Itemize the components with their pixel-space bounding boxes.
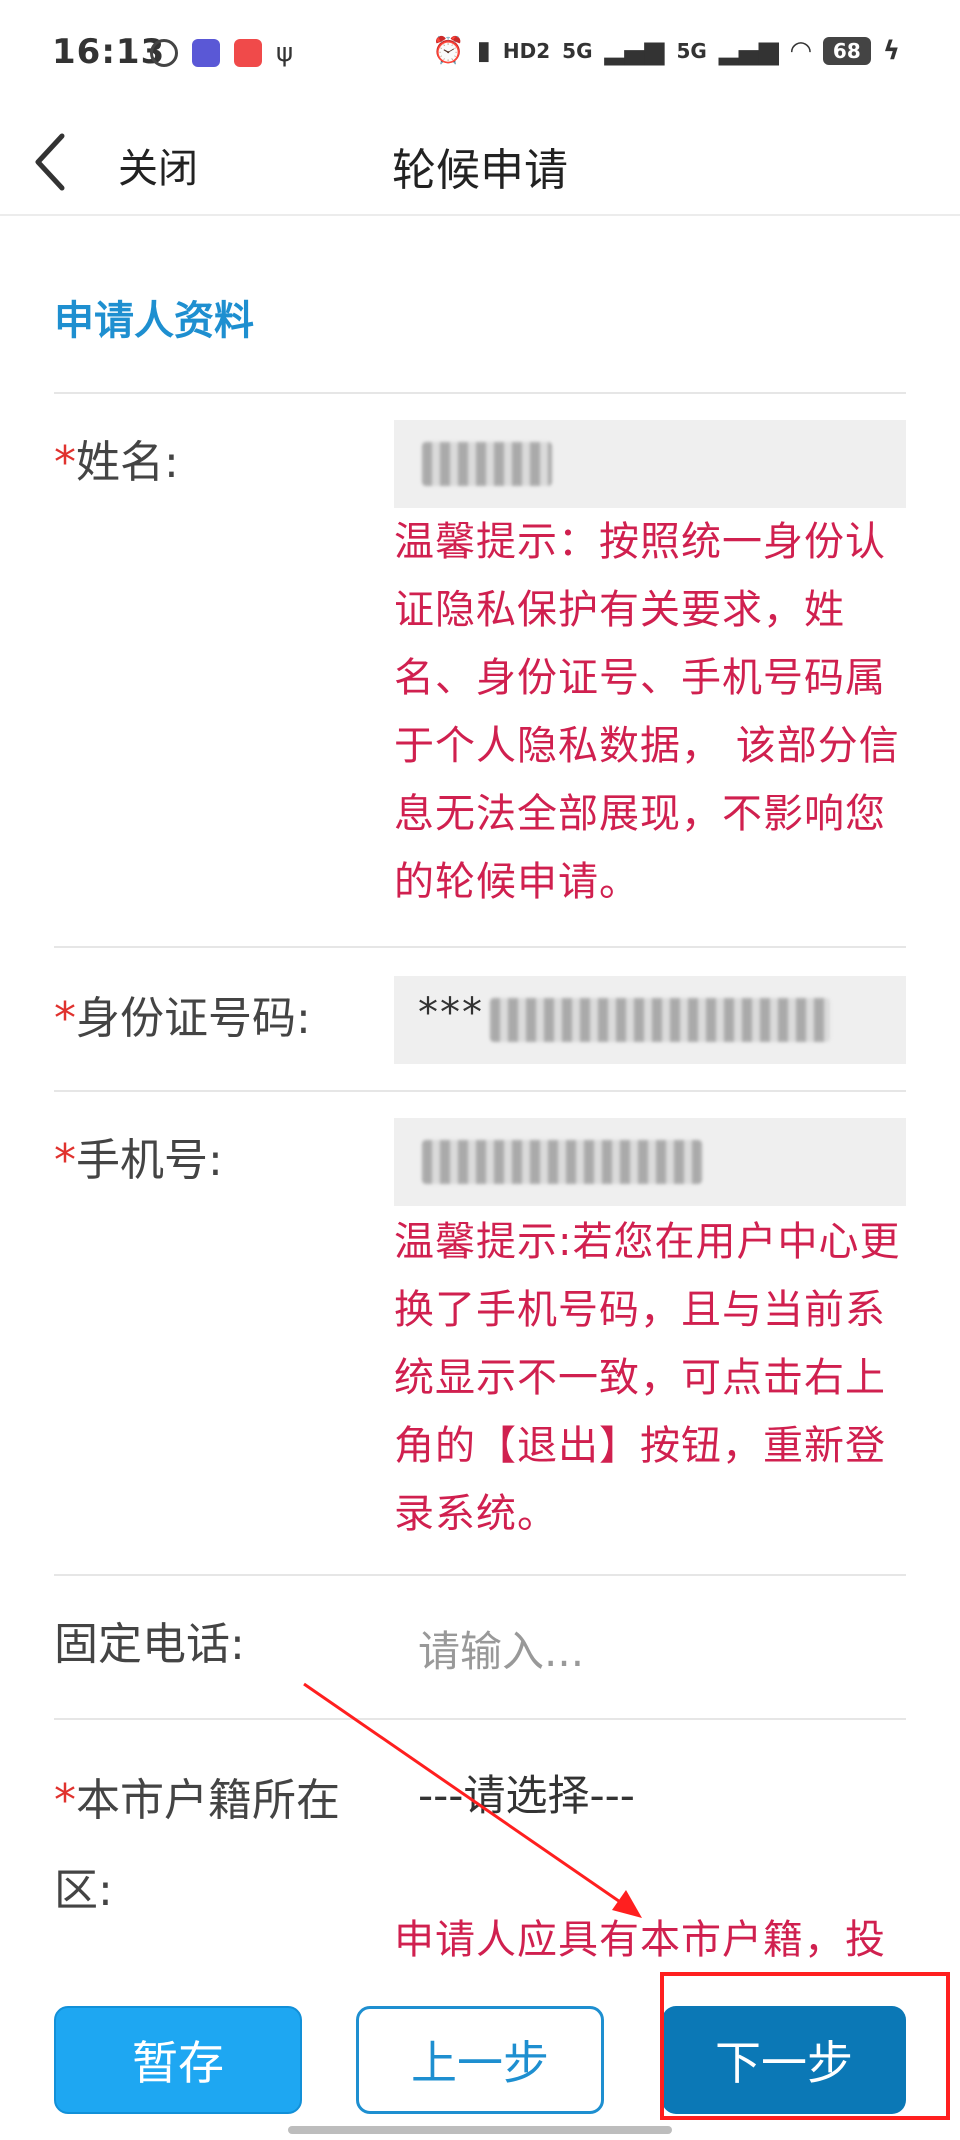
signal-icon: ▂▄▆	[604, 36, 665, 66]
masked-name-value	[422, 442, 552, 486]
name-field[interactable]	[394, 420, 906, 508]
sticker-app-icon	[192, 39, 220, 67]
divider	[54, 1574, 906, 1576]
status-right-icons: ⏰ ▮ HD2 5G ▂▄▆ 5G ▂▄▆ ◠ 68 ϟ	[432, 36, 900, 66]
status-bar: 16:13 ψ ⏰ ▮ HD2 5G ▂▄▆ 5G ▂▄▆ ◠ 68 ϟ	[0, 0, 960, 110]
page-title: 轮候申请	[392, 145, 568, 196]
masked-id-value	[490, 998, 830, 1042]
id-number-label-text: 身份证号码:	[76, 993, 311, 1044]
landline-label: 固定电话:	[54, 1619, 245, 1670]
usb-icon: ψ	[276, 38, 294, 68]
divider	[54, 392, 906, 394]
alarm-icon: ⏰	[432, 36, 465, 66]
required-mark: *	[54, 1775, 76, 1826]
previous-step-button[interactable]: 上一步	[356, 2006, 604, 2114]
signal-icon-2: ▂▄▆	[718, 36, 779, 66]
divider	[54, 1090, 906, 1092]
masked-phone-value	[422, 1140, 702, 1184]
landline-input[interactable]: 请输入...	[418, 1618, 584, 1679]
annotation-highlight-box	[660, 1972, 950, 2120]
wifi-icon: ◠	[790, 36, 811, 66]
status-left-icons: ψ	[150, 38, 293, 68]
id-number-field[interactable]: ***	[394, 976, 906, 1064]
vibrate-icon: ▮	[476, 36, 491, 66]
phone-field[interactable]	[394, 1118, 906, 1206]
phone-label-text: 手机号:	[76, 1135, 223, 1186]
district-label: *本市户籍所在区:	[54, 1756, 384, 1936]
network-5g-1: 5G	[562, 39, 593, 63]
required-mark: *	[54, 437, 76, 488]
home-indicator[interactable]	[288, 2126, 672, 2134]
divider	[54, 946, 906, 948]
nav-bar: 关闭 轮候申请	[0, 110, 960, 216]
phone-hint: 温馨提示:若您在用户中心更换了手机号码，且与当前系统显示不一致，可点击右上角的【…	[394, 1219, 901, 1537]
battery-indicator: 68	[822, 37, 871, 65]
district-label-text: 本市户籍所在区:	[54, 1775, 340, 1916]
save-draft-button[interactable]: 暂存	[54, 2006, 302, 2114]
link-icon	[150, 39, 178, 67]
divider	[54, 1718, 906, 1720]
required-mark: *	[54, 993, 76, 1044]
network-5g-2: 5G	[676, 39, 707, 63]
name-privacy-hint: 温馨提示：按照统一身份认证隐私保护有关要求，姓名、身份证号、手机号码属于个人隐私…	[394, 519, 900, 905]
id-number-label: *身份证号码:	[54, 984, 311, 1054]
district-select[interactable]: ---请选择---	[418, 1762, 635, 1823]
charging-icon: ϟ	[882, 36, 900, 66]
red-app-icon	[234, 39, 262, 67]
district-hint: 申请人应具有本市户籍，投	[394, 1917, 886, 1963]
required-mark: *	[54, 1135, 76, 1186]
name-label-text: 姓名:	[76, 437, 179, 488]
section-title: 申请人资料	[54, 298, 254, 344]
network-hd: HD2	[502, 39, 551, 63]
status-time: 16:13	[52, 32, 166, 72]
phone-label: *手机号:	[54, 1126, 223, 1196]
id-number-prefix: ***	[418, 990, 484, 1036]
name-label: *姓名:	[54, 428, 179, 498]
